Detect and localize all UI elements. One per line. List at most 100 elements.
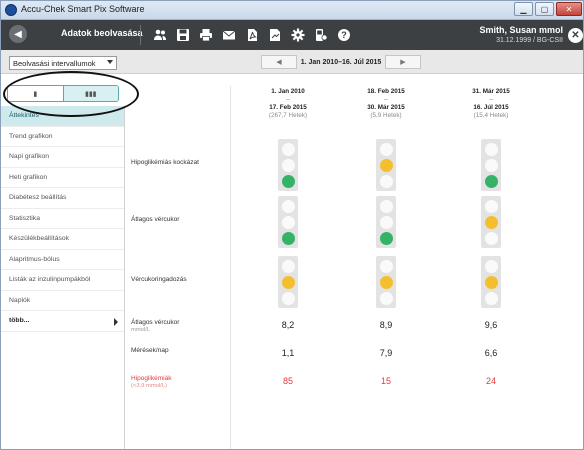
row-label-avg-bg: Átlagos vércukor mmol/L: [131, 319, 179, 333]
sidebar-item-label: Napi grafikon: [9, 153, 50, 161]
value-cell: 8,2: [281, 320, 295, 330]
sidebar-item-label: Készülékbeállítások: [9, 235, 70, 243]
value-cell: 9,6: [484, 320, 498, 330]
sidebar-item-5[interactable]: Statisztika: [1, 209, 124, 229]
pdf-export-icon[interactable]: [266, 26, 283, 43]
maximize-button[interactable]: ▢: [535, 2, 554, 16]
patient-info: Smith, Susan mmol 31.12.1999 / BG-CSII: [479, 25, 563, 44]
traffic-light: [278, 139, 298, 191]
period-dash: –: [286, 96, 290, 103]
sidebar-item-6[interactable]: Készülékbeállítások: [1, 229, 124, 250]
column-divider: [230, 86, 231, 449]
traffic-light-green-dot: [281, 291, 295, 305]
traffic-light-yellow-dot: [281, 158, 295, 172]
traffic-light-green-dot: [281, 231, 295, 245]
period-start: 18. Feb 2015: [367, 88, 405, 95]
chevron-right-icon: [114, 318, 118, 326]
traffic-light-green-dot: [484, 291, 498, 305]
range-navigator: ◀ 1. Jan 2010–16. Júl 2015 ▶: [261, 55, 421, 69]
sidebar-item-1[interactable]: Trend grafikon: [1, 127, 124, 147]
traffic-light-yellow-dot: [484, 215, 498, 229]
traffic-light-green-dot: [281, 174, 295, 188]
sidebar-item-10[interactable]: több...: [1, 311, 124, 332]
traffic-light-red-dot: [281, 199, 295, 213]
minimize-button[interactable]: ▁: [514, 2, 533, 16]
sidebar-item-label: Listák az inzulinpumpákból: [9, 276, 91, 284]
help-icon[interactable]: ?: [335, 26, 352, 43]
traffic-light-green-dot: [379, 231, 393, 245]
device-settings-icon[interactable]: [312, 26, 329, 43]
period-header: 31. Már 2015–16. Júl 2015 (15,4 Hetek): [446, 88, 536, 120]
traffic-light-green-dot: [379, 174, 393, 188]
period-start: 1. Jan 2010: [271, 88, 305, 95]
row-label-avg-bg-light: Átlagos vércukor: [131, 216, 180, 223]
toolbar: ◀ Adatok beolvasása ? Smith, Susan mmol …: [1, 20, 583, 50]
sidebar-item-7[interactable]: Alapritmus-bólus: [1, 250, 124, 270]
sidebar-item-9[interactable]: Naplók: [1, 291, 124, 311]
value-cell: 85: [282, 376, 293, 386]
back-button[interactable]: ◀: [9, 25, 27, 43]
sidebar-item-2[interactable]: Napi grafikon: [1, 147, 124, 168]
mail-icon[interactable]: [220, 26, 237, 43]
traffic-light: [481, 139, 501, 191]
row-label-text: Átlagos vércukor: [131, 319, 180, 326]
next-range-button[interactable]: ▶: [385, 55, 421, 69]
row-label-text: Hipoglikémiák: [131, 375, 172, 382]
sidebar-item-4[interactable]: Diabétesz beállítás: [1, 188, 124, 209]
row-label-text: Mérések/nap: [131, 347, 169, 354]
patient-dob: 31.12.1999 / BG-CSII: [496, 37, 563, 44]
value-cell: 1,1: [281, 348, 295, 358]
multi-column-view-button[interactable]: ▮▮▮: [62, 86, 118, 101]
value-cell: 7,9: [379, 348, 393, 358]
close-window-button[interactable]: ✕: [556, 2, 582, 16]
pdf-icon[interactable]: [243, 26, 260, 43]
period-dash: –: [489, 96, 493, 103]
sidebar-item-label: Heti grafikon: [9, 173, 48, 181]
period-duration: (5,9 Hetek): [370, 112, 402, 119]
window-controls: ▁ ▢ ✕: [514, 2, 582, 16]
svg-text:?: ?: [341, 30, 347, 40]
traffic-light-red-dot: [484, 259, 498, 273]
value-cell: 24: [485, 376, 496, 386]
period-end: 17. Feb 2015: [269, 104, 307, 111]
sidebar-item-label: több...: [9, 317, 30, 325]
sidebar-item-label: Áttekintés: [9, 112, 39, 120]
period-header: 1. Jan 2010–17. Feb 2015 (267,7 Hetek): [243, 88, 333, 120]
arrow-left-icon: ◀: [14, 28, 22, 40]
sidebar-item-0[interactable]: Áttekintés: [1, 106, 124, 127]
app-logo-icon: [5, 4, 17, 16]
prev-range-button[interactable]: ◀: [261, 55, 297, 69]
traffic-light-yellow-dot: [484, 158, 498, 172]
chevron-down-icon: [107, 60, 113, 64]
users-icon[interactable]: [151, 26, 168, 43]
traffic-light-red-dot: [281, 259, 295, 273]
close-patient-button[interactable]: ✕: [568, 28, 583, 43]
overview-panel: 1. Jan 2010–17. Feb 2015 (267,7 Hetek) 18.…: [126, 74, 583, 449]
single-column-view-button[interactable]: ▮: [8, 86, 63, 101]
period-duration: (15,4 Hetek): [473, 112, 509, 119]
traffic-light-green-dot: [379, 291, 393, 305]
toolbar-divider: [140, 25, 141, 45]
range-label: 1. Jan 2010–16. Júl 2015: [300, 58, 382, 66]
traffic-light-red-dot: [281, 142, 295, 156]
view-toggle: ▮ ▮▮▮: [7, 85, 119, 102]
traffic-light: [376, 139, 396, 191]
traffic-light: [481, 196, 501, 248]
traffic-light-red-dot: [484, 142, 498, 156]
traffic-light-green-dot: [484, 174, 498, 188]
traffic-light: [376, 196, 396, 248]
sidebar-item-label: Alapritmus-bólus: [9, 255, 60, 263]
sidebar-item-3[interactable]: Heti grafikon: [1, 168, 124, 188]
period-duration: (267,7 Hetek): [268, 112, 308, 119]
print-icon[interactable]: [197, 26, 214, 43]
sidebar-item-label: Trend grafikon: [9, 132, 53, 140]
traffic-light-yellow-dot: [379, 158, 393, 172]
value-cell: 15: [380, 376, 391, 386]
patient-name: Smith, Susan mmol: [479, 25, 563, 35]
interval-select[interactable]: Beolvasási intervallumok: [9, 56, 117, 70]
sidebar: Áttekintés Trend grafikon Napi grafikon Het…: [1, 106, 125, 449]
save-icon[interactable]: [174, 26, 191, 43]
gear-icon[interactable]: [289, 26, 306, 43]
sidebar-item-8[interactable]: Listák az inzulinpumpákból: [1, 270, 124, 291]
date-range-bar: Beolvasási intervallumok ◀ 1. Jan 2010–1…: [1, 50, 583, 74]
